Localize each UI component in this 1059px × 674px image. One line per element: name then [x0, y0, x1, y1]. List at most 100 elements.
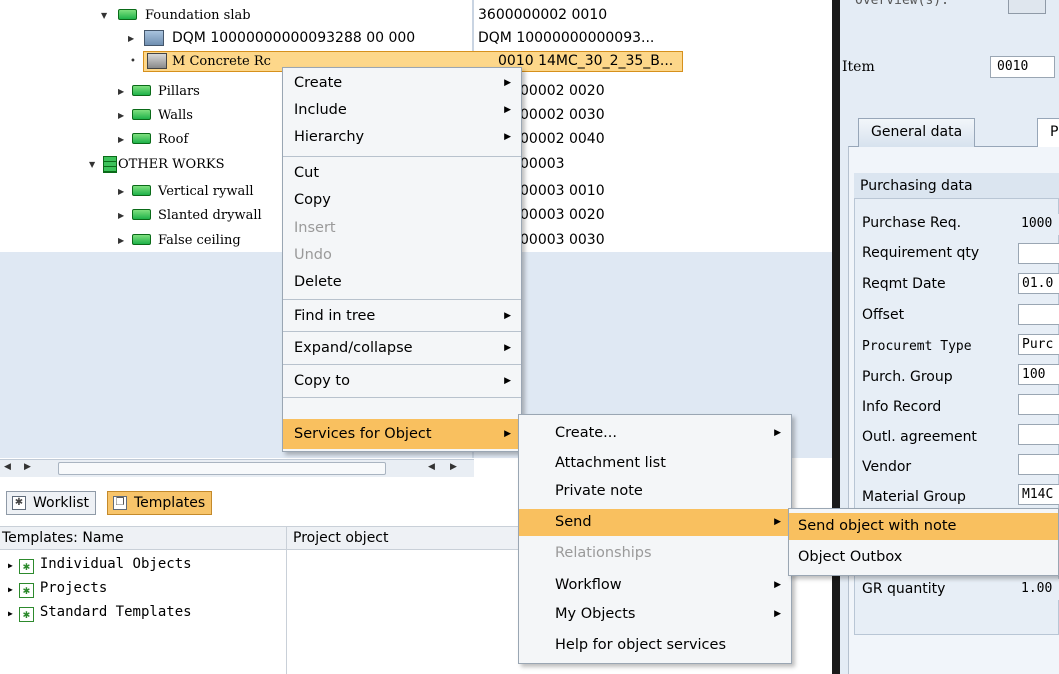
- gr-quantity-label: GR quantity: [862, 581, 946, 597]
- tree-row-label: Vertical rywall: [158, 184, 254, 199]
- overview-label: Overview(s):: [855, 0, 949, 8]
- column-scroll-right-icon[interactable]: ▶: [450, 462, 457, 472]
- item-field[interactable]: 0010: [990, 56, 1055, 78]
- collapsed-icon[interactable]: ▶: [118, 229, 124, 252]
- menu-separator: [283, 364, 521, 365]
- reqmt-date-field[interactable]: 01.0: [1018, 273, 1059, 294]
- info-record-field[interactable]: [1018, 394, 1059, 415]
- menu-item-my-objects[interactable]: My Objects ▶: [519, 601, 791, 628]
- project-object-cell: 00003 0010: [520, 183, 605, 199]
- menu-item-hierarchy[interactable]: Hierarchy ▶: [283, 124, 521, 151]
- menu-item-label: Include: [294, 102, 347, 118]
- collapsed-icon[interactable]: ▶: [8, 609, 13, 618]
- procurement-type-field[interactable]: Purc: [1018, 334, 1059, 355]
- tree-row-foundation-slab[interactable]: ▼ Foundation slab: [0, 4, 472, 27]
- menu-item-object-outbox[interactable]: Object Outbox: [789, 544, 1058, 571]
- project-object-cell: 00002 0020: [520, 83, 605, 99]
- menu-item-label: Undo: [294, 247, 332, 263]
- menu-item-label: My Objects: [555, 606, 636, 622]
- template-row-projects[interactable]: ▶ ✱ Projects: [8, 577, 107, 599]
- material-group-field[interactable]: M14C: [1018, 484, 1059, 505]
- column-scroll-left-icon[interactable]: ◀: [428, 462, 435, 472]
- template-folder-icon: ✱: [18, 583, 34, 598]
- collapsed-icon[interactable]: ▶: [8, 585, 13, 594]
- menu-item-private-note[interactable]: Private note: [519, 478, 791, 505]
- purch-group-field[interactable]: 100: [1018, 364, 1059, 385]
- leaf-bullet-icon: •: [130, 56, 136, 67]
- menu-item-copy-to[interactable]: Copy to ▶: [283, 368, 521, 395]
- purchase-req-label: Purchase Req.: [862, 215, 962, 231]
- submenu-arrow-icon: ▶: [504, 105, 511, 115]
- menu-item-cut[interactable]: Cut: [283, 160, 521, 187]
- template-row-standard-templates[interactable]: ▶ ✱ Standard Templates: [8, 601, 192, 623]
- menu-item-services-for-object[interactable]: Services for Object ▶: [283, 419, 521, 449]
- column-header-name[interactable]: Templates: Name: [2, 527, 124, 549]
- collapsed-icon[interactable]: ▶: [128, 27, 134, 50]
- menu-item-find-in-tree[interactable]: Find in tree ▶: [283, 303, 521, 330]
- tree-row-label: OTHER WORKS: [118, 157, 225, 172]
- requirement-qty-field[interactable]: [1018, 243, 1059, 264]
- template-row-label: Individual Objects: [39, 556, 192, 572]
- offset-field[interactable]: [1018, 304, 1059, 325]
- templates-tab[interactable]: ❐ Templates: [107, 491, 213, 515]
- collapsed-icon[interactable]: ▶: [118, 104, 124, 127]
- menu-item-attachment-list[interactable]: Attachment list: [519, 450, 791, 477]
- worklist-tab[interactable]: ✱ Worklist: [6, 491, 97, 515]
- collapsed-icon[interactable]: ▶: [118, 180, 124, 203]
- worklist-icon: ✱: [12, 496, 26, 510]
- tab-purchasing[interactable]: Purch.: [1037, 118, 1059, 147]
- vendor-field[interactable]: [1018, 454, 1059, 475]
- menu-item-copy[interactable]: Copy: [283, 187, 521, 214]
- scrollbar-thumb[interactable]: [58, 462, 386, 475]
- template-row-label: Projects: [39, 580, 108, 596]
- scroll-right-icon[interactable]: ▶: [24, 462, 31, 472]
- tree-row-label: Walls: [158, 108, 193, 123]
- menu-item-send-object-with-note[interactable]: Send object with note: [789, 513, 1058, 540]
- wbs-hierarchy-icon: [103, 156, 117, 173]
- collapsed-icon[interactable]: ▶: [8, 561, 13, 570]
- submenu-arrow-icon: ▶: [504, 132, 511, 142]
- menu-item-label: Cut: [294, 165, 319, 181]
- menu-item-label: Copy to: [294, 373, 350, 389]
- project-object-cell: 00003: [520, 156, 565, 172]
- menu-item-label: Help for object services: [555, 637, 726, 653]
- collapsed-icon[interactable]: ▶: [118, 128, 124, 151]
- template-row-individual-objects[interactable]: ▶ ✱ Individual Objects: [8, 553, 192, 575]
- menu-item-create[interactable]: Create ▶: [283, 70, 521, 97]
- submenu-arrow-icon: ▶: [504, 376, 511, 386]
- menu-item-create-service[interactable]: Create... ▶: [519, 420, 791, 447]
- templates-tab-label: Templates: [134, 495, 206, 511]
- submenu-arrow-icon: ▶: [504, 311, 511, 321]
- outline-agreement-field[interactable]: [1018, 424, 1059, 445]
- expanded-icon[interactable]: ▼: [101, 4, 107, 27]
- gr-quantity-value: 1.00: [1018, 579, 1059, 600]
- template-row-label: Standard Templates: [39, 604, 192, 620]
- template-folder-icon: ✱: [18, 559, 34, 574]
- expanded-icon[interactable]: ▼: [89, 153, 95, 176]
- collapsed-icon[interactable]: ▶: [118, 204, 124, 227]
- material-icon: [147, 53, 167, 69]
- grid-column-separator: [286, 526, 287, 674]
- template-folder-icon: ✱: [18, 607, 34, 622]
- menu-item-include[interactable]: Include ▶: [283, 97, 521, 124]
- wbs-element-icon: [132, 133, 151, 144]
- tree-row-dqm[interactable]: ▶ DQM 10000000000093288 00 000: [0, 27, 472, 50]
- menu-item-delete[interactable]: Delete: [283, 269, 521, 296]
- submenu-arrow-icon: ▶: [504, 429, 511, 439]
- column-header-project-object[interactable]: Project object: [293, 527, 389, 549]
- menu-item-expand-collapse[interactable]: Expand/collapse ▶: [283, 335, 521, 362]
- tree-row-label: Pillars: [158, 84, 200, 99]
- tab-general-data[interactable]: General data: [858, 118, 976, 147]
- scroll-left-icon[interactable]: ◀: [4, 462, 11, 472]
- overview-button[interactable]: [1008, 0, 1046, 14]
- tree-context-menu: Create ▶ Include ▶ Hierarchy ▶ Cut Copy Ins…: [282, 67, 522, 452]
- menu-item-help-object-services[interactable]: Help for object services: [519, 632, 791, 659]
- menu-item-send[interactable]: Send ▶: [519, 509, 791, 536]
- tree-horizontal-scrollbar[interactable]: ◀ ▶ ◀ ▶: [0, 459, 474, 477]
- collapsed-icon[interactable]: ▶: [118, 80, 124, 103]
- reqmt-date-label: Reqmt Date: [862, 276, 946, 292]
- menu-item-label: Copy: [294, 192, 331, 208]
- send-submenu: Send object with note Object Outbox: [788, 508, 1059, 576]
- menu-item-workflow[interactable]: Workflow ▶: [519, 572, 791, 599]
- submenu-arrow-icon: ▶: [504, 78, 511, 88]
